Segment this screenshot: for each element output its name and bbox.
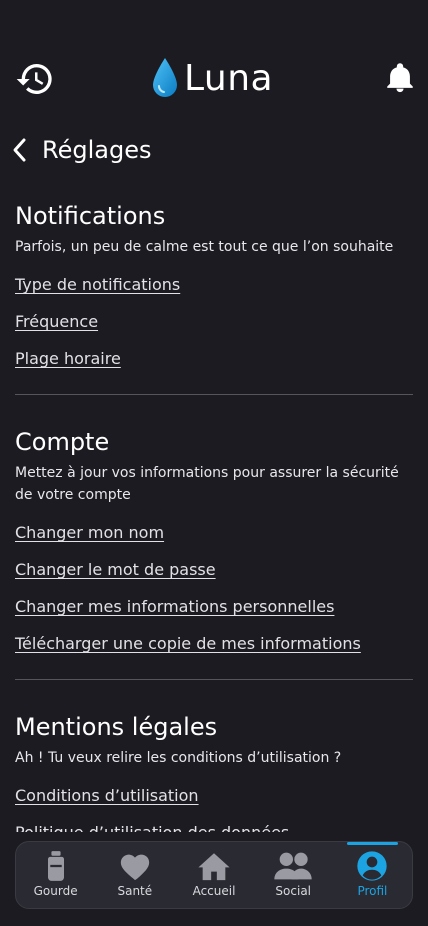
section-description: Parfois, un peu de calme est tout ce que… bbox=[15, 239, 394, 255]
nav-label: Social bbox=[275, 884, 311, 898]
bottom-nav: Gourde Santé Accueil Social Profil bbox=[15, 841, 413, 909]
app-logo: Luna bbox=[152, 54, 273, 102]
divider bbox=[15, 679, 413, 680]
download-data-link[interactable]: Télécharger une copie de mes information… bbox=[15, 625, 413, 662]
back-button[interactable]: Réglages bbox=[10, 135, 151, 165]
section-title: Mentions légales bbox=[15, 713, 218, 741]
people-icon bbox=[274, 852, 312, 880]
water-drop-icon bbox=[153, 58, 177, 97]
heart-icon bbox=[120, 854, 149, 881]
page-title: Réglages bbox=[42, 136, 152, 164]
home-icon bbox=[198, 853, 230, 881]
legal-section: Mentions légales Ah ! Tu veux relire les… bbox=[15, 713, 413, 851]
section-description: Ah ! Tu veux relire les conditions d’uti… bbox=[15, 750, 342, 766]
time-range-link[interactable]: Plage horaire bbox=[15, 340, 413, 377]
terms-link[interactable]: Conditions d’utilisation bbox=[15, 777, 413, 814]
bell-icon[interactable] bbox=[380, 58, 420, 98]
nav-item-profil[interactable]: Profil bbox=[333, 842, 412, 908]
nav-label: Profil bbox=[357, 884, 388, 898]
nav-item-sante[interactable]: Santé bbox=[95, 842, 174, 908]
nav-label: Accueil bbox=[192, 884, 236, 898]
nav-item-social[interactable]: Social bbox=[254, 842, 333, 908]
bottle-icon bbox=[47, 851, 64, 881]
section-title: Notifications bbox=[15, 202, 166, 230]
active-indicator bbox=[346, 842, 399, 845]
history-icon[interactable] bbox=[14, 58, 56, 100]
nav-item-gourde[interactable]: Gourde bbox=[16, 842, 95, 908]
app-name: Luna bbox=[184, 57, 274, 99]
section-description: Mettez à jour vos informations pour assu… bbox=[15, 465, 399, 503]
change-personal-info-link[interactable]: Changer mes informations personnelles bbox=[15, 588, 413, 625]
divider bbox=[15, 394, 413, 395]
section-title: Compte bbox=[15, 428, 110, 456]
nav-label: Santé bbox=[117, 884, 153, 898]
chevron-left-icon bbox=[13, 138, 26, 162]
app-header: Luna bbox=[0, 0, 428, 140]
notification-type-link[interactable]: Type de notifications bbox=[15, 266, 413, 303]
frequency-link[interactable]: Fréquence bbox=[15, 303, 413, 340]
profile-icon bbox=[357, 851, 388, 881]
change-password-link[interactable]: Changer le mot de passe bbox=[15, 551, 413, 588]
nav-label: Gourde bbox=[33, 884, 78, 898]
change-name-link[interactable]: Changer mon nom bbox=[15, 514, 413, 551]
notifications-section: Notifications Parfois, un peu de calme e… bbox=[15, 202, 413, 377]
account-section: Compte Mettez à jour vos informations po… bbox=[15, 428, 413, 662]
nav-item-accueil[interactable]: Accueil bbox=[174, 842, 253, 908]
